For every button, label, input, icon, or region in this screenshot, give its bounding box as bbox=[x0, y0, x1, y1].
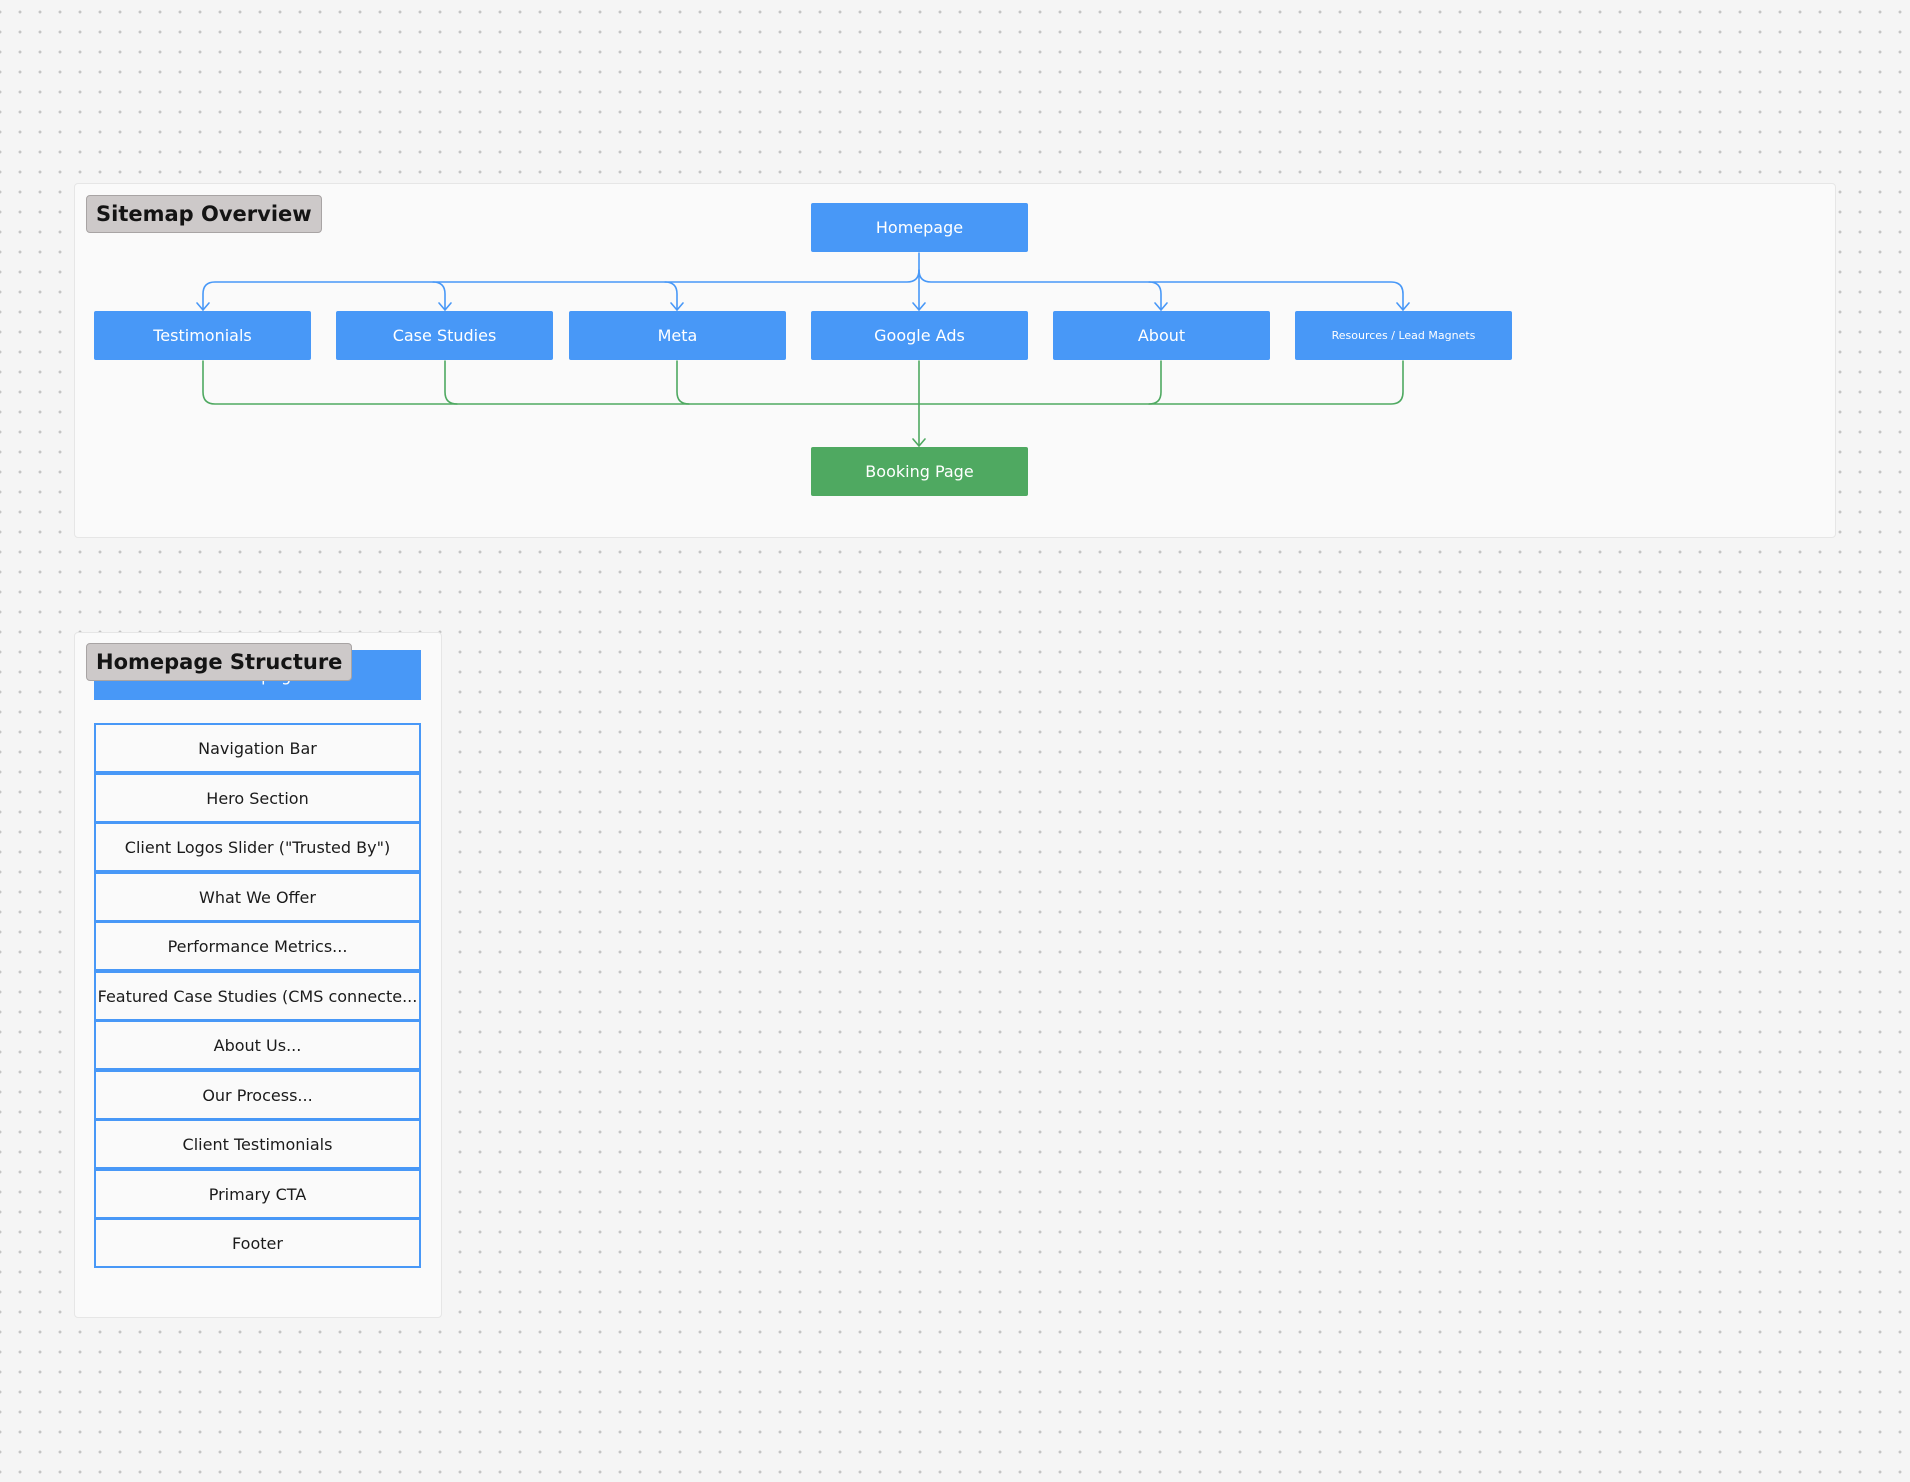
homepage-structure-label[interactable]: Homepage Structure bbox=[86, 643, 353, 681]
connector-left-to-booking bbox=[202, 360, 920, 405]
section-client-testimonials[interactable]: Client Testimonials bbox=[94, 1119, 421, 1169]
section-client-logos-slider[interactable]: Client Logos Slider ("Trusted By") bbox=[94, 822, 421, 872]
section-our-process[interactable]: Our Process... bbox=[94, 1070, 421, 1120]
node-homepage[interactable]: Homepage bbox=[811, 203, 1028, 252]
connector-meta-down bbox=[676, 360, 690, 405]
node-google-ads[interactable]: Google Ads bbox=[811, 311, 1028, 360]
section-footer[interactable]: Footer bbox=[94, 1218, 421, 1268]
node-resources-lead-magnets[interactable]: Resources / Lead Magnets bbox=[1295, 311, 1512, 360]
node-case-studies[interactable]: Case Studies bbox=[336, 311, 553, 360]
section-navigation-bar[interactable]: Navigation Bar bbox=[94, 723, 421, 773]
node-booking-page[interactable]: Booking Page bbox=[811, 447, 1028, 496]
connector-to-about bbox=[1148, 281, 1162, 311]
sitemap-overview-label[interactable]: Sitemap Overview bbox=[86, 195, 322, 233]
connector-to-case-studies bbox=[432, 281, 446, 311]
section-what-we-offer[interactable]: What We Offer bbox=[94, 872, 421, 922]
node-about[interactable]: About bbox=[1053, 311, 1270, 360]
section-performance-metrics[interactable]: Performance Metrics... bbox=[94, 921, 421, 971]
node-testimonials[interactable]: Testimonials bbox=[94, 311, 311, 360]
node-meta[interactable]: Meta bbox=[569, 311, 786, 360]
connector-to-meta bbox=[664, 281, 678, 311]
section-about-us[interactable]: About Us... bbox=[94, 1020, 421, 1070]
connector-about-down bbox=[1148, 360, 1162, 405]
section-hero[interactable]: Hero Section bbox=[94, 773, 421, 823]
section-featured-case-studies[interactable]: Featured Case Studies (CMS connecte... bbox=[94, 971, 421, 1021]
section-primary-cta[interactable]: Primary CTA bbox=[94, 1169, 421, 1219]
connector-homepage-trunk bbox=[202, 252, 920, 311]
connector-case-studies-down bbox=[444, 360, 458, 405]
